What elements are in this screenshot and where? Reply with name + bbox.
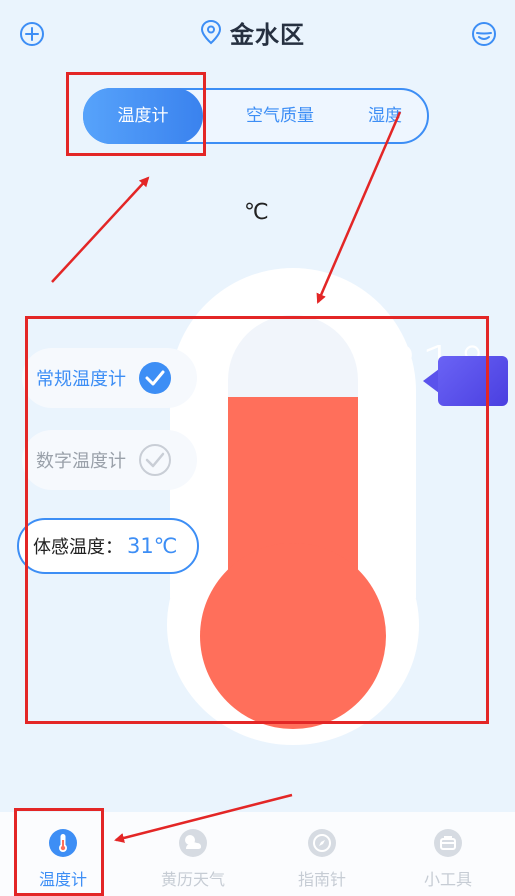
- arrow-to-thermometer: [316, 111, 402, 304]
- arrow-to-tab: [51, 176, 150, 283]
- annotation-arrows: [51, 111, 402, 843]
- arrow-to-nav: [114, 793, 293, 843]
